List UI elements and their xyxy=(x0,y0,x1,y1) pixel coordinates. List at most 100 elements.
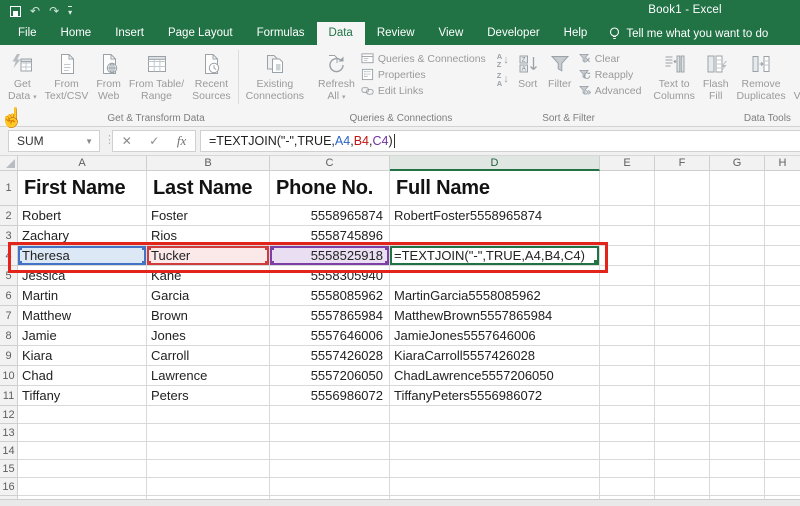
cell-F2[interactable] xyxy=(655,206,710,226)
cell-E15[interactable] xyxy=(600,460,655,478)
cell-E7[interactable] xyxy=(600,306,655,326)
cell-F12[interactable] xyxy=(655,406,710,424)
cell-G13[interactable] xyxy=(710,424,765,442)
customize-qat-icon[interactable]: ▾ xyxy=(68,6,72,17)
cell-G14[interactable] xyxy=(710,442,765,460)
cell-A7[interactable]: Matthew xyxy=(18,306,147,326)
cell-F11[interactable] xyxy=(655,386,710,406)
cell-A9[interactable]: Kiara xyxy=(18,346,147,366)
cell-D14[interactable] xyxy=(390,442,600,460)
cell-E3[interactable] xyxy=(600,226,655,246)
cell-A11[interactable]: Tiffany xyxy=(18,386,147,406)
cell-E14[interactable] xyxy=(600,442,655,460)
cell-E8[interactable] xyxy=(600,326,655,346)
sort-za-icon[interactable]: ZA↓ xyxy=(497,72,509,87)
tab-page-layout[interactable]: Page Layout xyxy=(156,22,245,45)
cell-G4[interactable] xyxy=(710,246,765,266)
cell-E11[interactable] xyxy=(600,386,655,406)
column-header-c[interactable]: C xyxy=(270,156,390,171)
cell-B10[interactable]: Lawrence xyxy=(147,366,270,386)
cell-B1[interactable]: Last Name xyxy=(147,171,270,206)
cell-H14[interactable] xyxy=(765,442,800,460)
ribbon-button-existing-connections[interactable]: ExistingConnections xyxy=(242,48,308,112)
tab-help[interactable]: Help xyxy=(552,22,600,45)
cell-H8[interactable] xyxy=(765,326,800,346)
cell-C12[interactable] xyxy=(270,406,390,424)
cell-B13[interactable] xyxy=(147,424,270,442)
cell-G2[interactable] xyxy=(710,206,765,226)
row-header-6[interactable]: 6 xyxy=(0,286,18,306)
cell-B9[interactable]: Carroll xyxy=(147,346,270,366)
cell-D8[interactable]: JamieJones5557646006 xyxy=(390,326,600,346)
ribbon-button-from-text-csv[interactable]: FromText/CSV xyxy=(41,48,93,112)
cell-B15[interactable] xyxy=(147,460,270,478)
cell-C2[interactable]: 5558965874 xyxy=(270,206,390,226)
tab-insert[interactable]: Insert xyxy=(103,22,156,45)
cell-G6[interactable] xyxy=(710,286,765,306)
cell-A15[interactable] xyxy=(18,460,147,478)
cell-G12[interactable] xyxy=(710,406,765,424)
select-all-corner[interactable] xyxy=(0,156,18,171)
row-header-10[interactable]: 10 xyxy=(0,366,18,386)
cell-C1[interactable]: Phone No. xyxy=(270,171,390,206)
cell-G5[interactable] xyxy=(710,266,765,286)
cell-C7[interactable]: 5557865984 xyxy=(270,306,390,326)
tab-formulas[interactable]: Formulas xyxy=(245,22,317,45)
cell-A6[interactable]: Martin xyxy=(18,286,147,306)
cell-B2[interactable]: Foster xyxy=(147,206,270,226)
cell-D10[interactable]: ChadLawrence5557206050 xyxy=(390,366,600,386)
cancel-icon[interactable]: ✕ xyxy=(122,134,132,148)
cell-A2[interactable]: Robert xyxy=(18,206,147,226)
save-icon[interactable] xyxy=(10,6,21,17)
cell-C10[interactable]: 5557206050 xyxy=(270,366,390,386)
cell-D13[interactable] xyxy=(390,424,600,442)
cell-B16[interactable] xyxy=(147,478,270,496)
cell-G9[interactable] xyxy=(710,346,765,366)
row-header-16[interactable]: 16 xyxy=(0,478,18,496)
tab-home[interactable]: Home xyxy=(49,22,104,45)
cell-H5[interactable] xyxy=(765,266,800,286)
cell-E6[interactable] xyxy=(600,286,655,306)
cell-F14[interactable] xyxy=(655,442,710,460)
cell-A10[interactable]: Chad xyxy=(18,366,147,386)
row-header-1[interactable]: 1 xyxy=(0,171,18,206)
column-header-h[interactable]: H xyxy=(765,156,800,171)
cell-A8[interactable]: Jamie xyxy=(18,326,147,346)
cell-C6[interactable]: 5558085962 xyxy=(270,286,390,306)
cell-H2[interactable] xyxy=(765,206,800,226)
cell-H10[interactable] xyxy=(765,366,800,386)
cell-E9[interactable] xyxy=(600,346,655,366)
tab-developer[interactable]: Developer xyxy=(475,22,551,45)
ribbon-button-from-web[interactable]: FromWeb xyxy=(92,48,125,112)
cell-F1[interactable] xyxy=(655,171,710,206)
column-header-e[interactable]: E xyxy=(600,156,655,171)
cell-D12[interactable] xyxy=(390,406,600,424)
cell-F10[interactable] xyxy=(655,366,710,386)
ribbon-button-from-table-range[interactable]: From Table/Range xyxy=(125,48,188,112)
cell-E12[interactable] xyxy=(600,406,655,424)
row-header-8[interactable]: 8 xyxy=(0,326,18,346)
cell-F9[interactable] xyxy=(655,346,710,366)
cell-F13[interactable] xyxy=(655,424,710,442)
cell-F16[interactable] xyxy=(655,478,710,496)
cell-E5[interactable] xyxy=(600,266,655,286)
cell-G7[interactable] xyxy=(710,306,765,326)
ribbon-button-text-to-columns[interactable]: Text toColumns xyxy=(649,48,698,112)
cell-F8[interactable] xyxy=(655,326,710,346)
formula-input[interactable]: =TEXTJOIN("-",TRUE,A4,B4,C4) xyxy=(200,130,800,152)
row-header-12[interactable]: 12 xyxy=(0,406,18,424)
cell-A16[interactable] xyxy=(18,478,147,496)
cell-B14[interactable] xyxy=(147,442,270,460)
cell-F15[interactable] xyxy=(655,460,710,478)
cell-A14[interactable] xyxy=(18,442,147,460)
cell-F6[interactable] xyxy=(655,286,710,306)
cell-C15[interactable] xyxy=(270,460,390,478)
name-box-dropdown-icon[interactable]: ▼ xyxy=(85,137,99,146)
column-header-d[interactable]: D xyxy=(390,156,600,171)
ribbon-button-queries-connections[interactable]: Queries & Connections xyxy=(361,52,486,65)
cell-D2[interactable]: RobertFoster5558965874 xyxy=(390,206,600,226)
cell-G8[interactable] xyxy=(710,326,765,346)
cell-G10[interactable] xyxy=(710,366,765,386)
cell-B12[interactable] xyxy=(147,406,270,424)
cell-E2[interactable] xyxy=(600,206,655,226)
